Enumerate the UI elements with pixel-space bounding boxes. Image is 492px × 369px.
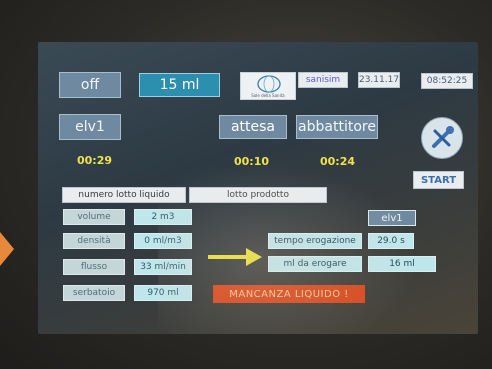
date-display: 23.11.17: [358, 72, 400, 88]
flusso-label: flusso: [63, 259, 125, 275]
abbattitore-button[interactable]: abbattitore: [296, 115, 378, 139]
timer-attesa: 00:10: [234, 155, 270, 168]
brand-label: sanisim: [298, 72, 348, 88]
dose-button[interactable]: 15 ml: [139, 73, 220, 97]
volume-label: volume: [63, 209, 125, 225]
densita-value[interactable]: 0 ml/m3: [134, 233, 192, 249]
time-display: 08:52:25: [421, 73, 473, 89]
timer-abbattitore: 00:24: [320, 155, 356, 168]
serbatoio-label: serbatoio: [63, 285, 125, 301]
ml-da-erogare-value[interactable]: 16 ml: [368, 256, 436, 272]
ml-da-erogare-label: ml da erogare: [268, 256, 362, 272]
arrow-right-icon: [208, 248, 262, 266]
volume-value[interactable]: 2 m3: [134, 209, 192, 225]
lotto-prodotto-field[interactable]: lotto prodotto: [189, 187, 327, 203]
logo: Sole della Sanità: [240, 72, 296, 100]
settings-button[interactable]: [421, 117, 463, 159]
side-arrow-tab: [0, 232, 14, 266]
hmi-screen: off 15 ml Sole della Sanità sanisim 23.1…: [38, 42, 478, 334]
alarm-banner: MANCANZA LIQUIDO !: [213, 285, 365, 303]
start-button[interactable]: START: [413, 171, 464, 189]
timer-elv1: 00:29: [77, 154, 113, 167]
tempo-erogazione-value[interactable]: 29.0 s: [368, 233, 414, 249]
attesa-button[interactable]: attesa: [219, 115, 287, 139]
elv1-button[interactable]: elv1: [59, 114, 121, 140]
tools-icon: [432, 126, 454, 148]
off-button[interactable]: off: [59, 72, 121, 98]
flusso-value[interactable]: 33 ml/min: [134, 259, 192, 275]
logo-caption: Sole della Sanità: [251, 93, 285, 98]
serbatoio-value[interactable]: 970 ml: [134, 285, 192, 301]
tempo-erogazione-label: tempo erogazione: [268, 233, 362, 249]
elv1-indicator: elv1: [368, 210, 416, 226]
lotto-liquido-field[interactable]: numero lotto liquido: [62, 187, 186, 203]
densita-label: densità: [63, 233, 125, 249]
